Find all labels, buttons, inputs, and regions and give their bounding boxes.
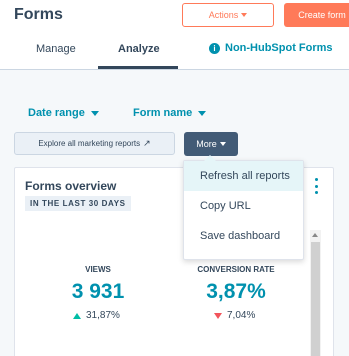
actions-button[interactable]: Actions <box>182 3 274 27</box>
views-change: 31,87% <box>73 310 120 321</box>
caret-down-icon <box>198 110 207 116</box>
external-link-icon: ↗ <box>143 138 151 148</box>
more-button[interactable]: More <box>184 132 238 156</box>
active-tab-indicator <box>98 66 178 69</box>
conversion-rate-label: CONVERSION RATE <box>197 265 275 274</box>
tab-manage[interactable]: Manage <box>36 43 76 55</box>
date-range-tag: IN THE LAST 30 DAYS <box>25 196 131 211</box>
conversion-rate-change-value: 7,04% <box>227 310 256 321</box>
menu-item-save-dashboard[interactable]: Save dashboard <box>184 221 303 251</box>
page-title: Forms <box>14 6 63 23</box>
form-name-filter[interactable]: Form name <box>133 107 207 119</box>
form-name-label: Form name <box>133 107 193 119</box>
views-label: VIEWS <box>85 265 111 274</box>
explore-reports-label: Explore all marketing reports <box>38 139 141 148</box>
card-title: Forms overview <box>25 179 117 193</box>
caret-down-icon <box>219 142 226 146</box>
menu-item-refresh-all-reports[interactable]: Refresh all reports <box>184 161 303 191</box>
non-hubspot-forms-link[interactable]: i Non-HubSpot Forms <box>209 42 333 54</box>
more-button-label: More <box>196 139 217 149</box>
trend-up-icon <box>73 312 81 319</box>
caret-down-icon <box>90 110 99 116</box>
date-range-label: Date range <box>28 107 85 119</box>
more-dropdown-menu: Refresh all reports Copy URL Save dashbo… <box>183 155 304 260</box>
caret-down-icon <box>241 13 248 17</box>
create-form-button[interactable]: Create form <box>284 3 349 27</box>
non-hubspot-forms-label: Non-HubSpot Forms <box>225 42 333 54</box>
views-change-value: 31,87% <box>86 310 120 321</box>
trend-down-icon <box>214 312 222 319</box>
more-options-icon[interactable] <box>311 178 321 194</box>
scrollbar[interactable] <box>310 230 321 356</box>
actions-button-label: Actions <box>208 10 239 20</box>
conversion-rate-value: 3,87% <box>206 280 266 303</box>
top-header: Forms Actions Create form Manage Analyze… <box>0 0 349 70</box>
info-icon: i <box>209 42 220 54</box>
date-range-filter[interactable]: Date range <box>28 107 99 119</box>
tab-analyze[interactable]: Analyze <box>118 43 160 55</box>
explore-reports-button[interactable]: Explore all marketing reports ↗ <box>14 132 175 155</box>
scrollbar-thumb[interactable] <box>311 242 320 356</box>
scroll-up-icon[interactable] <box>312 233 318 237</box>
conversion-rate-change: 7,04% <box>214 310 255 321</box>
views-value: 3 931 <box>71 280 125 303</box>
menu-item-copy-url[interactable]: Copy URL <box>184 191 303 221</box>
